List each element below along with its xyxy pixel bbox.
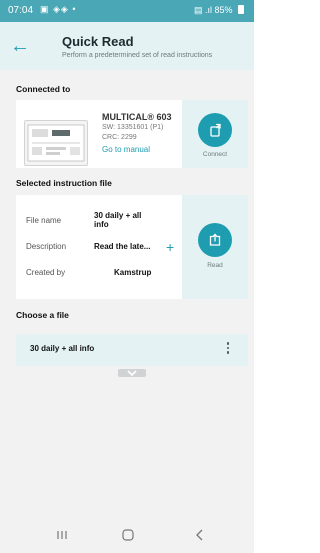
system-nav-bar	[0, 517, 254, 553]
read-button[interactable]	[198, 223, 232, 257]
battery-level: 85%	[214, 5, 233, 15]
description-value: Read the late...	[94, 242, 151, 251]
connected-device-card: MULTICAL® 603 SW: 13351601 (P1) CRC: 229…	[16, 100, 248, 168]
nav-back-icon[interactable]	[180, 525, 220, 545]
file-name-value-line2: info	[94, 220, 109, 229]
status-time: 07:04	[8, 5, 34, 16]
page-subtitle: Perform a predetermined set of read inst…	[62, 52, 213, 59]
meter-image	[24, 120, 88, 166]
choose-file-heading: Choose a file	[16, 310, 69, 320]
back-arrow-icon[interactable]: ←	[8, 34, 32, 58]
go-to-manual-link[interactable]: Go to manual	[102, 145, 150, 154]
chevron-down-icon	[127, 370, 137, 376]
connected-heading: Connected to	[16, 84, 71, 94]
status-right: ▤ .ıl 85%	[194, 5, 244, 16]
recent-apps-icon[interactable]	[42, 525, 82, 545]
notification-icons: ▣ ◈◈ •	[40, 4, 77, 14]
file-name-label: File name	[26, 216, 62, 225]
connect-device-icon	[210, 123, 221, 137]
status-bar: 07:04 ▣ ◈◈ • ▤ .ıl 85%	[0, 0, 254, 22]
file-list-item-name: 30 daily + all info	[30, 344, 95, 353]
file-name-value-line1: 30 daily + all	[94, 211, 142, 220]
created-by-value: Kamstrup	[114, 268, 152, 277]
signal-icon: ▤ .ıl	[193, 5, 212, 15]
connect-button[interactable]	[198, 113, 232, 147]
battery-icon	[238, 5, 244, 14]
plus-icon[interactable]: +	[166, 240, 174, 254]
device-sw: SW: 13351601 (P1)	[102, 124, 164, 131]
file-list-item[interactable]: 30 daily + all info	[16, 334, 248, 366]
read-label: Read	[207, 262, 223, 269]
read-export-icon	[209, 233, 221, 246]
created-by-label: Created by	[26, 268, 66, 277]
instruction-heading: Selected instruction file	[16, 178, 112, 188]
description-label: Description	[26, 242, 67, 251]
app-screen: 07:04 ▣ ◈◈ • ▤ .ıl 85% ← Quick Read Perf…	[0, 0, 254, 553]
read-panel: Read	[182, 195, 248, 299]
device-crc: CRC: 2299	[102, 134, 137, 141]
home-icon[interactable]	[108, 525, 148, 545]
instruction-card: File name 30 daily + all info Descriptio…	[16, 195, 248, 299]
expand-chevron-button[interactable]	[118, 369, 146, 377]
connect-panel: Connect	[182, 100, 248, 168]
more-options-icon[interactable]	[224, 340, 232, 360]
app-bar: ← Quick Read Perform a predetermined set…	[0, 22, 254, 70]
device-name: MULTICAL® 603	[102, 112, 172, 122]
connect-label: Connect	[202, 151, 228, 158]
page-title: Quick Read	[62, 34, 134, 49]
